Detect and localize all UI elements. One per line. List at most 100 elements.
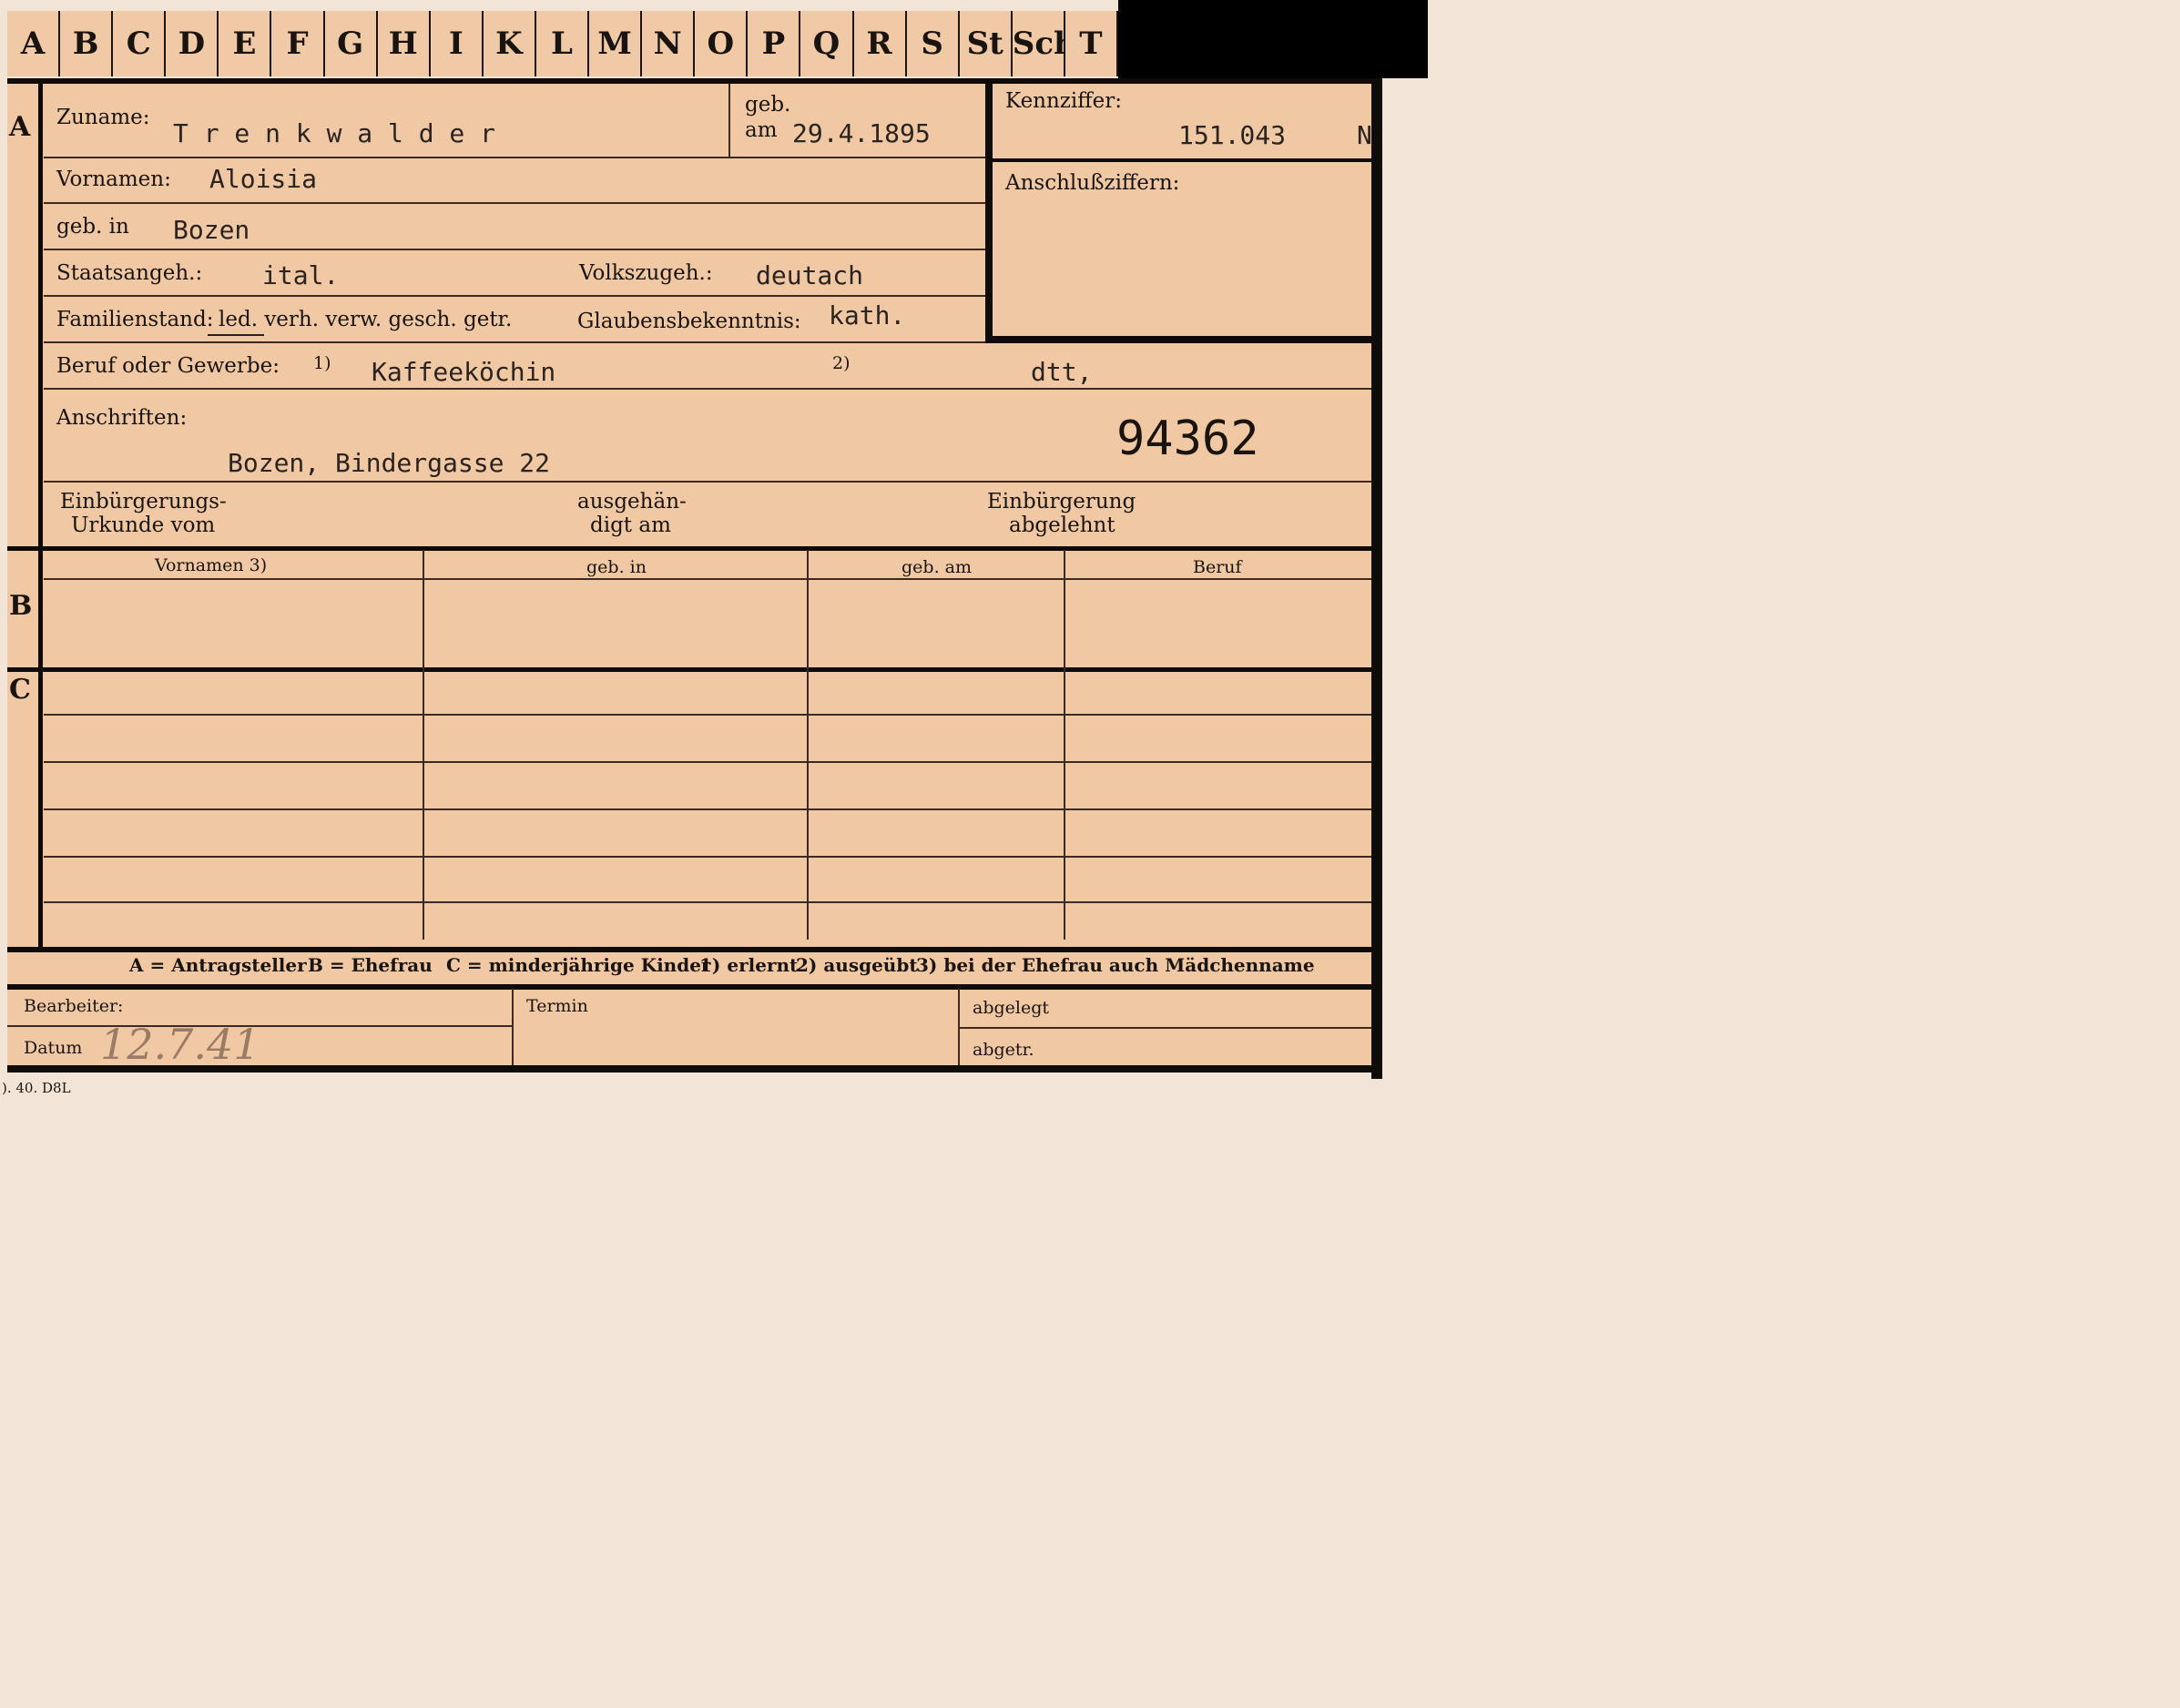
alphabet-tab-o: O xyxy=(695,11,749,76)
alphabet-tab-t: T xyxy=(1065,11,1118,76)
familienstand-label: Familienstand: xyxy=(56,308,214,331)
kennziffer-box-bottom xyxy=(993,336,1371,343)
alphabet-tab-n: N xyxy=(642,11,696,76)
staatsangeh-label: Staatsangeh.: xyxy=(56,261,203,285)
section-b-bottom-line xyxy=(7,667,1371,672)
zuname-value: T r e n k w a l d e r xyxy=(173,118,496,148)
alphabet-tab-c: C xyxy=(113,11,167,76)
footer-row-line-right xyxy=(960,1027,1371,1029)
anschrift-value: Bozen, Bindergasse 22 xyxy=(228,448,551,478)
staatsangeh-value: ital. xyxy=(262,260,340,290)
left-frame-line xyxy=(38,82,43,947)
row-line-beruf xyxy=(44,388,1371,390)
legend-c: C = minderjährige Kinder xyxy=(446,954,711,976)
alphabet-tab-s: S xyxy=(906,11,960,76)
legend-note-3: 3) bei der Ehefrau auch Mädchenname xyxy=(916,954,1315,976)
table-col-line-2 xyxy=(807,550,809,940)
alphabet-tab-f: F xyxy=(271,11,325,76)
legend-a: A = Antragsteller xyxy=(129,954,307,976)
termin-label: Termin xyxy=(526,996,588,1016)
section-c-marker: C xyxy=(9,674,31,706)
section-c-row-line xyxy=(44,856,1371,858)
ausgehaendigt-label-1: ausgehän- xyxy=(577,490,687,513)
anschriften-label: Anschriften: xyxy=(56,406,188,430)
geb-am-value: 29.4.1895 xyxy=(792,118,931,148)
einbuergerung-urkunde-label-1: Einbürgerungs- xyxy=(60,490,227,513)
legend-bottom-line xyxy=(7,984,1371,990)
table-col-line-3 xyxy=(1064,550,1065,940)
kennziffer-value: 151.043 xyxy=(1178,120,1287,150)
einbuergerung-urkunde-label-2: Urkunde vom xyxy=(71,513,216,537)
kennziffer-box-divider xyxy=(993,158,1371,162)
col-line-gebam xyxy=(728,84,730,157)
familienstand-underline-led xyxy=(208,334,264,336)
vornamen-label: Vornamen: xyxy=(56,168,171,191)
datum-value: 12.7.41 xyxy=(100,1020,260,1069)
bearbeiter-label: Bearbeiter: xyxy=(24,996,124,1016)
beruf-ausgeuebt-value: dtt, xyxy=(1031,357,1093,387)
table-header-beruf: Beruf xyxy=(1193,557,1242,577)
alphabet-tab-q: Q xyxy=(800,11,854,76)
abgetr-label: abgetr. xyxy=(973,1040,1034,1060)
alphabet-tab-h: H xyxy=(377,11,431,76)
alphabet-tab-e: E xyxy=(219,11,272,76)
geb-label: geb. xyxy=(745,93,791,117)
alphabet-tab-g: G xyxy=(324,11,378,76)
kennziffer-box-left xyxy=(985,84,993,343)
row-line-vornamen xyxy=(44,202,986,204)
section-b-marker: B xyxy=(9,590,33,622)
beruf-erlernt-value: Kaffeeköchin xyxy=(372,357,556,387)
volkszugeh-label: Volkszugeh.: xyxy=(579,261,713,285)
top-frame-line xyxy=(7,78,1382,84)
row-line-staat xyxy=(44,295,986,297)
table-col-line-1 xyxy=(423,550,424,940)
alphabet-tab-d: D xyxy=(166,11,219,76)
row-line-anschriften xyxy=(44,481,1371,483)
table-header-vornamen: Vornamen 3) xyxy=(155,555,268,575)
anschlussziffern-label: Anschlußziffern: xyxy=(1005,171,1180,195)
am-label: am xyxy=(745,118,778,142)
alphabet-tab-p: P xyxy=(748,11,801,76)
section-c-row-line xyxy=(44,761,1371,763)
einbuergerung-abgelehnt-label-1: Einbürgerung xyxy=(987,490,1136,513)
beruf-label: Beruf oder Gewerbe: xyxy=(56,354,280,378)
tabstrip-black-background xyxy=(1118,0,1428,78)
table-header-geb-am: geb. am xyxy=(902,557,972,577)
alphabet-tab-st: St xyxy=(959,11,1013,76)
ausgehaendigt-label-2: digt am xyxy=(590,513,671,537)
vornamen-value: Aloisia xyxy=(209,164,318,194)
row-line-gebin xyxy=(44,249,986,250)
geb-in-value: Bozen xyxy=(173,215,250,245)
einbuergerung-abgelehnt-label-2: abgelehnt xyxy=(1009,513,1115,537)
row-line-zuname xyxy=(44,157,986,158)
print-code: ). 40. D8L xyxy=(2,1080,71,1096)
datum-label: Datum xyxy=(24,1038,83,1058)
geb-in-label: geb. in xyxy=(56,215,129,239)
section-a-bottom-line xyxy=(7,546,1371,551)
right-frame-line xyxy=(1371,82,1382,1079)
alphabet-tab-a: A xyxy=(7,11,61,76)
alphabet-tab-i: I xyxy=(430,11,484,76)
alphabet-tab-k: K xyxy=(483,11,536,76)
footnote-2-marker: 2) xyxy=(832,353,851,373)
kennziffer-label: Kennziffer: xyxy=(1005,89,1122,113)
kennziffer-suffix: N xyxy=(1357,120,1372,150)
volkszugeh-value: deutach xyxy=(756,260,864,290)
alphabet-tab-l: L xyxy=(535,11,590,76)
footnote-1-marker: 1) xyxy=(313,353,331,373)
legend-note-2: 2) ausgeübt xyxy=(796,954,918,976)
alphabet-tab-r: R xyxy=(853,11,907,76)
glaubensbekenntnis-value: kath. xyxy=(829,300,906,330)
section-c-row-line xyxy=(44,714,1371,716)
stamp-number: 94362 xyxy=(1116,412,1259,466)
zuname-label: Zuname: xyxy=(56,106,150,129)
footer-col-line-1 xyxy=(512,989,514,1067)
section-c-row-line xyxy=(44,901,1371,903)
legend-note-1: 1) erlernt xyxy=(699,954,799,976)
alphabet-tab-sch: Sch xyxy=(1012,11,1076,76)
glaubensbekenntnis-label: Glaubensbekenntnis: xyxy=(577,310,801,333)
section-a-marker: A xyxy=(9,111,31,143)
abgelegt-label: abgelegt xyxy=(973,998,1050,1018)
alphabet-tab-b: B xyxy=(60,11,114,76)
legend-top-line xyxy=(7,947,1371,952)
